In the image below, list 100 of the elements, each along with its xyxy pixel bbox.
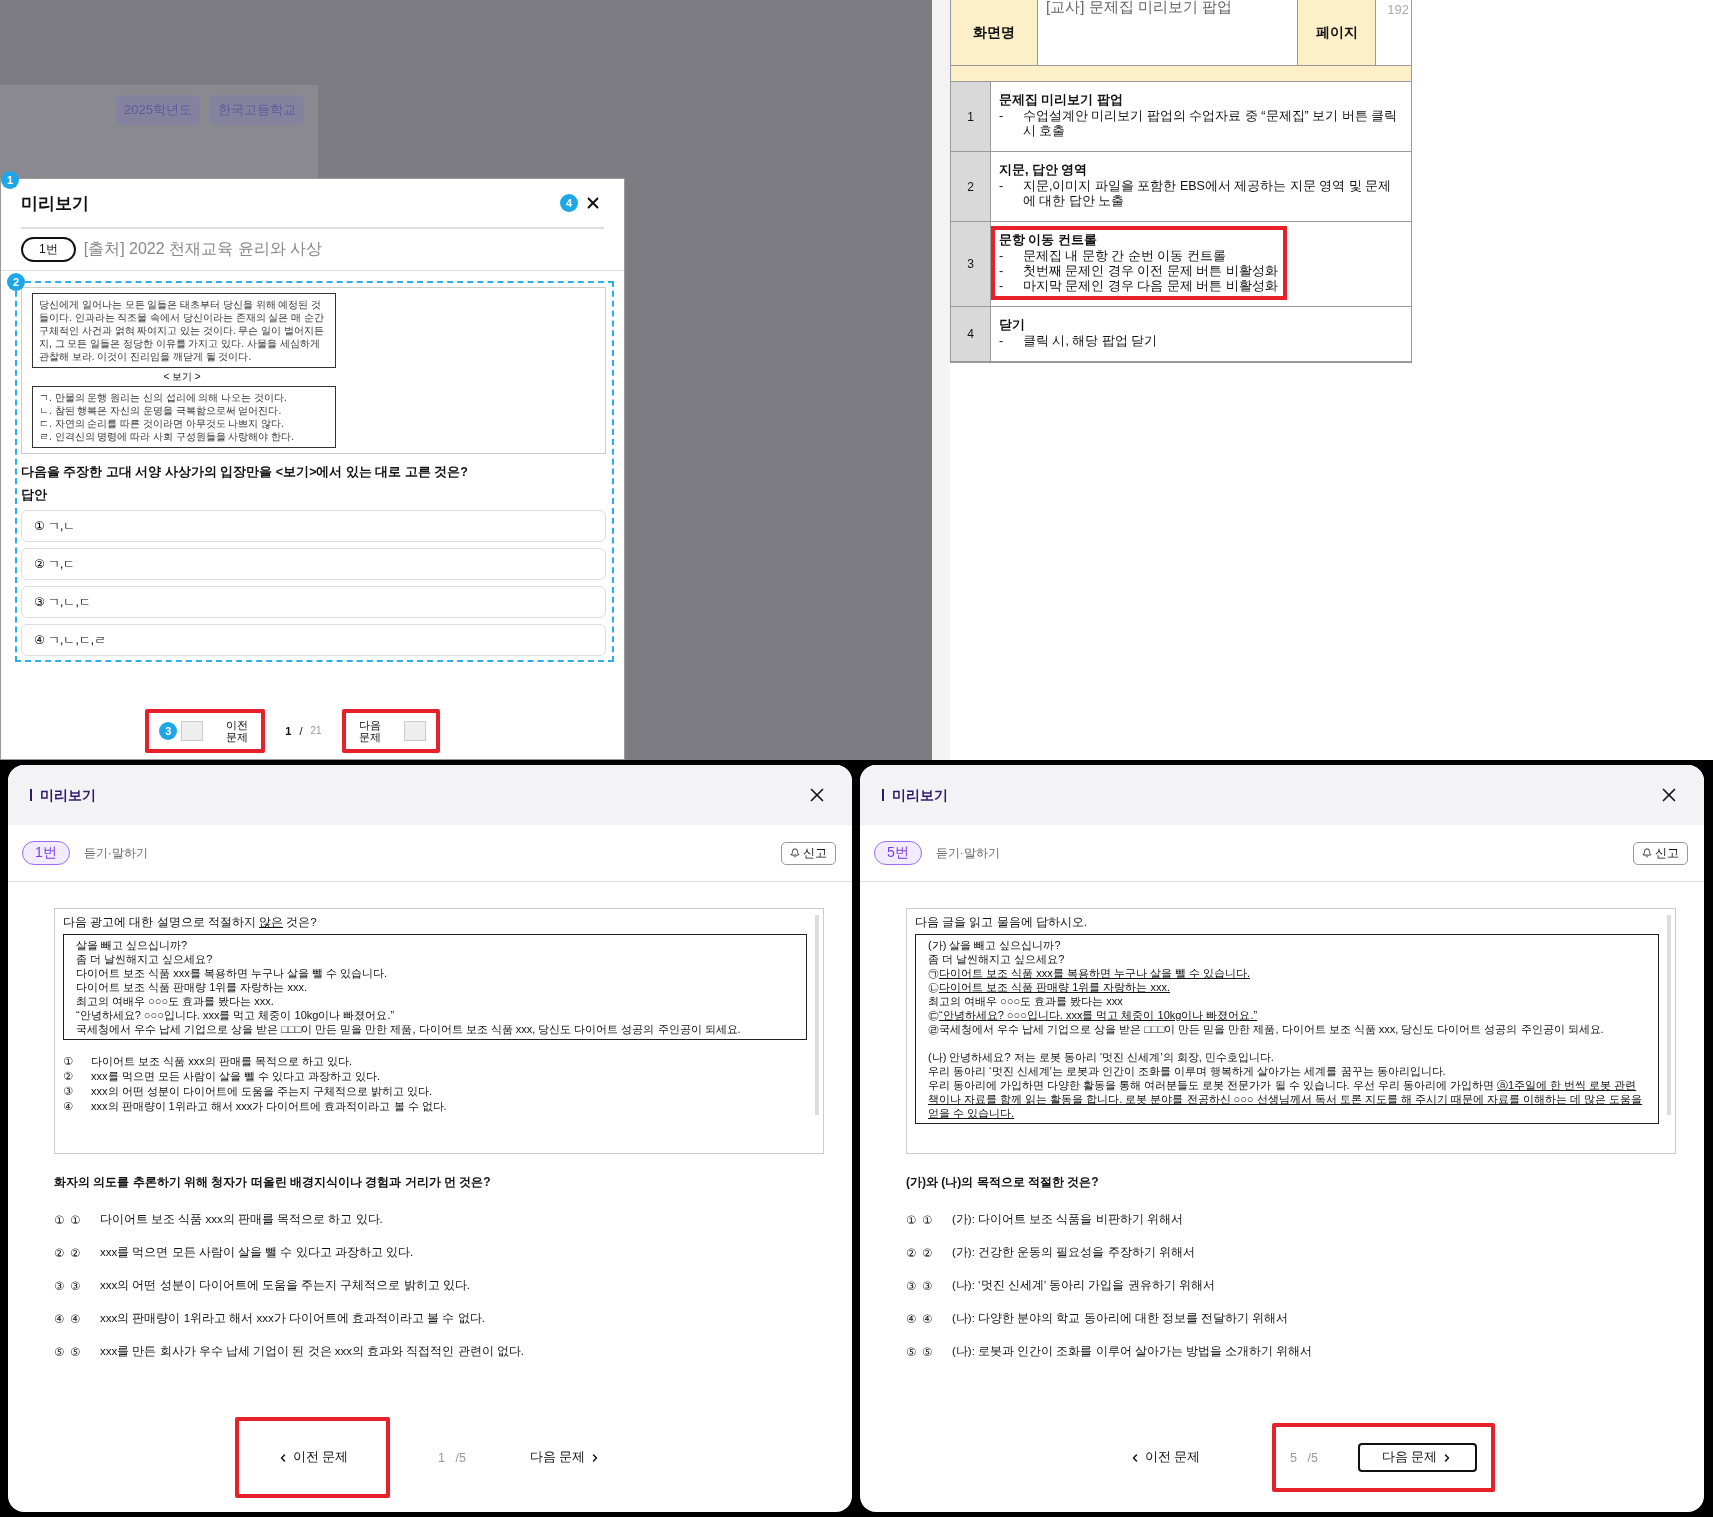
choice-text[interactable]: (가): 다이어트 보조 식품을 비판하기 위해서	[952, 1212, 1183, 1227]
question-text: 다음을 주장한 고대 서양 사상가의 입장만을 <보기>에서 있는 대로 고른 것은?	[21, 464, 469, 481]
choice-text[interactable]: (나): ‘멋진 신세계’ 동아리 가입을 권유하기 위해서	[952, 1278, 1215, 1293]
choice-marker: ①	[906, 1212, 918, 1227]
choice-number: ⑤	[70, 1344, 82, 1359]
bogi-label: < 보기 >	[162, 370, 202, 384]
choice-number: ①	[922, 1212, 934, 1227]
choice-number: ②	[70, 1245, 82, 1260]
choice-text[interactable]: xxx를 먹으면 모든 사람이 살을 뺄 수 있다고 과장하고 있다.	[100, 1245, 414, 1260]
scrollbar[interactable]	[1667, 915, 1671, 1115]
passage-line: ㉣국세청에서 우수 납세 기업으로 상을 받은 □□□이 만든 믿을 만한 제품, 다이어트 보조 식품 xxx, 당신도 다이어트 성공의 주인공이 되세요.	[927, 1022, 1605, 1036]
page-indicator: 5 /5	[1290, 1450, 1318, 1465]
choice-number: ③	[922, 1278, 934, 1293]
bogi-item: ㄹ. 인격신의 명령에 따라 사회 구성원들을 사랑해야 한다.	[39, 430, 295, 443]
answer-option[interactable]: ① ㄱ,ㄴ	[21, 510, 606, 542]
choice-marker: ⑤	[906, 1344, 918, 1359]
row-description: 수업설계안 미리보기 팝업의 수업자료 중 “문제집” 보기 버튼 클릭 시 호출	[1023, 109, 1399, 139]
annotation-badge: 3	[159, 722, 178, 740]
passage-line: 좀 더 날씬해지고 싶으세요?	[75, 952, 214, 966]
total-pages: 21	[310, 725, 322, 737]
bullet-dash: -	[999, 109, 1005, 125]
answer-option[interactable]: ② ㄱ,ㄷ	[21, 548, 606, 580]
prev-button[interactable]: 이전 문제	[223, 719, 252, 743]
choice-marker: ④	[906, 1311, 918, 1326]
choice-marker: ⑤	[54, 1344, 66, 1359]
passage-line: ㉢“안녕하세요? ○○○입니다. xxx를 먹고 체중이 10kg이나 빠졌어요.”	[927, 1008, 1259, 1022]
bullet-dash: -	[999, 334, 1005, 349]
choice-marker: ①	[54, 1212, 66, 1227]
row-title: 지문, 답안 영역	[999, 162, 1089, 179]
choice-marker: ③	[906, 1278, 918, 1293]
row-description: 문제집 내 문항 간 순번 이동 컨트롤	[1023, 249, 1227, 264]
page-number: 192	[1386, 1, 1410, 19]
next-button[interactable]: 다음 문제	[355, 719, 384, 743]
choice-marker: ②	[906, 1245, 918, 1260]
answer-label: 답안	[21, 487, 48, 504]
choice-text[interactable]: xxx의 어떤 성분이 다이어트에 도움을 주는지 구체적으로 밝히고 있다.	[100, 1278, 470, 1293]
passage-line: 우리 동아리 ‘멋진 신세계’는 로봇과 인간이 조화를 이루며 행복하게 살아가는 세계를 꿈꾸는 동아리입니다.	[927, 1064, 1447, 1078]
question-number: 5번	[874, 841, 922, 865]
bullet-dash: -	[999, 279, 1005, 294]
passage-line: (나) 안녕하세요? 저는 로봇 동아리 ‘멋진 신세계’의 회장, 민수호입니다.	[927, 1050, 1275, 1064]
question-category: 듣기·말하기	[83, 845, 149, 861]
bogi-item: ㄴ. 참된 행복은 자신의 운명을 극복함으로써 얻어진다.	[39, 404, 283, 417]
row-title: 닫기	[999, 317, 1026, 334]
passage-text: 당신에게 일어나는 모든 일들은 태초부터 당신을 위해 예정된 것들이다. 인과라는 직조물 속에서 당신이라는 존재의 실은 매 순간 구체적인 사건과 얽혀 짜여지고 있는 것이다. 무슨 일이 벌어지든지, 그 모든 일들은 정당한 이유를 가지고 있다. 사물을 세심하게 관찰해 보라. 이것이 진리임을 깨닫게 될 것이다.	[32, 293, 336, 368]
choice-text[interactable]: 다이어트 보조 식품 xxx의 판매를 목적으로 하고 있다.	[100, 1212, 383, 1227]
passage-line: 최고의 여배우 ○○○도 효과를 봤다는 xxx	[927, 994, 1124, 1008]
table-header-cell: 페이지	[1298, 0, 1376, 65]
choice-number: ④	[70, 1311, 82, 1326]
square-icon	[181, 721, 204, 741]
row-description: 첫번째 문제인 경우 이전 문제 버튼 비활성화	[1023, 264, 1279, 279]
passage-line: 최고의 여배우 ○○○도 효과를 봤다는 xxx.	[75, 994, 275, 1008]
annotation-badge: 4	[560, 194, 578, 212]
page-indicator: 1 /5	[438, 1450, 466, 1465]
passage-line: ㉠다이어트 보조 식품 xxx를 복용하면 누구나 살을 뺄 수 있습니다.	[927, 966, 1252, 980]
passage-line: “안녕하세요? ○○○입니다. xxx를 먹고 체중이 10kg이나 빠졌어요.”	[75, 1008, 396, 1022]
option-line: ① 다이어트 보조 식품 xxx의 판매를 목적으로 하고 있다.	[63, 1054, 353, 1069]
bell-icon	[790, 848, 800, 858]
bullet-dash: -	[999, 179, 1005, 195]
choice-number: ③	[70, 1278, 82, 1293]
row-description: 마지막 문제인 경우 다음 문제 버튼 비활성화	[1023, 279, 1279, 294]
passage-line: 좀 더 날씬해지고 싶으세요?	[927, 952, 1066, 966]
bullet-dash: -	[999, 249, 1005, 264]
bell-icon	[1642, 848, 1652, 858]
popup-title: 미리보기	[30, 789, 96, 801]
passage-line: 우리 동아리에 가입하면 다양한 활동을 통해 여러분들도 로봇 전문가가 될 수 있습니다. 우선 우리 동아리에 가입하면 ⓐ1주일에 한 번씩 로봇 관련 책이나 자료를 함께 읽는 활동을 합니다. 로봇 분야를 전공하신 ○○○ 선생님께서 독서 토론 지도를 해 주시기 때문에 자료를 이해하는 데 많은 도움을 얻을 수 있습니다.	[927, 1078, 1644, 1120]
next-button[interactable]: 다음 문제	[1357, 1443, 1478, 1472]
report-button[interactable]: 신고	[1633, 841, 1688, 865]
question-number: 1번	[22, 841, 70, 865]
current-page: 1	[285, 725, 292, 737]
report-button[interactable]: 신고	[781, 841, 836, 865]
bogi-item: ㄷ. 자연의 순리를 따른 것이라면 아무것도 나쁘지 않다.	[39, 417, 285, 430]
row-description: 클릭 시, 해당 팝업 닫기	[1023, 334, 1159, 349]
table-header-cell: 화면명	[951, 0, 1038, 65]
choice-number: ⑤	[922, 1344, 934, 1359]
bogi-item: ㄱ. 만물의 운행 원리는 신의 섭리에 의해 나오는 것이다.	[39, 391, 288, 404]
choice-number: ④	[922, 1311, 934, 1326]
passage-line: (가) 살을 빼고 싶으십니까?	[927, 938, 1062, 952]
choice-text[interactable]: (가): 건강한 운동의 필요성을 주장하기 위해서	[952, 1245, 1195, 1260]
option-line: ③ xxx의 어떤 성분이 다이어트에 도움을 주는지 구체적으로 밝히고 있다.	[63, 1084, 433, 1099]
choice-text[interactable]: (나): 로봇과 인간이 조화를 이루어 살아가는 방법을 소개하기 위해서	[952, 1344, 1313, 1359]
choice-text[interactable]: xxx를 만든 회사가 우수 납세 기업이 된 것은 xxx의 효과와 직접적인 관련이 없다.	[100, 1344, 525, 1359]
answer-option[interactable]: ④ ㄱ,ㄴ,ㄷ,ㄹ	[21, 624, 606, 656]
choice-marker: ②	[54, 1245, 66, 1260]
page-separator: /	[299, 725, 303, 737]
row-title: 문항 이동 컨트롤	[999, 232, 1098, 249]
popup-title: 미리보기	[21, 192, 89, 215]
instruction-text: 다음 글을 읽고 물음에 답하시오.	[915, 915, 1088, 930]
choice-text[interactable]: (나): 다양한 분야의 학교 동아리에 대한 정보를 전달하기 위해서	[952, 1311, 1289, 1326]
row-number: 1	[951, 82, 991, 151]
row-title: 문제집 미리보기 팝업	[999, 92, 1124, 109]
passage-line: ㉡다이어트 보조 식품 판매량 1위를 자랑하는 xxx.	[927, 980, 1171, 994]
row-number: 4	[951, 307, 991, 361]
choice-text[interactable]: xxx의 판매량이 1위라고 해서 xxx가 다이어트에 효과적이라고 볼 수 없다.	[100, 1311, 485, 1326]
choice-number: ①	[70, 1212, 82, 1227]
passage-line: 살을 빼고 싶으십니까?	[75, 938, 189, 952]
question-source: [출처] 2022 천재교육 윤리와 사상	[83, 239, 322, 259]
answer-option[interactable]: ③ ㄱ,ㄴ,ㄷ	[21, 586, 606, 618]
row-description: 지문,이미지 파일을 포함한 EBS에서 제공하는 지문 영역 및 문제에 대한 답안 노출	[1023, 179, 1393, 209]
scrollbar[interactable]	[815, 915, 819, 1115]
choice-number: ②	[922, 1245, 934, 1260]
